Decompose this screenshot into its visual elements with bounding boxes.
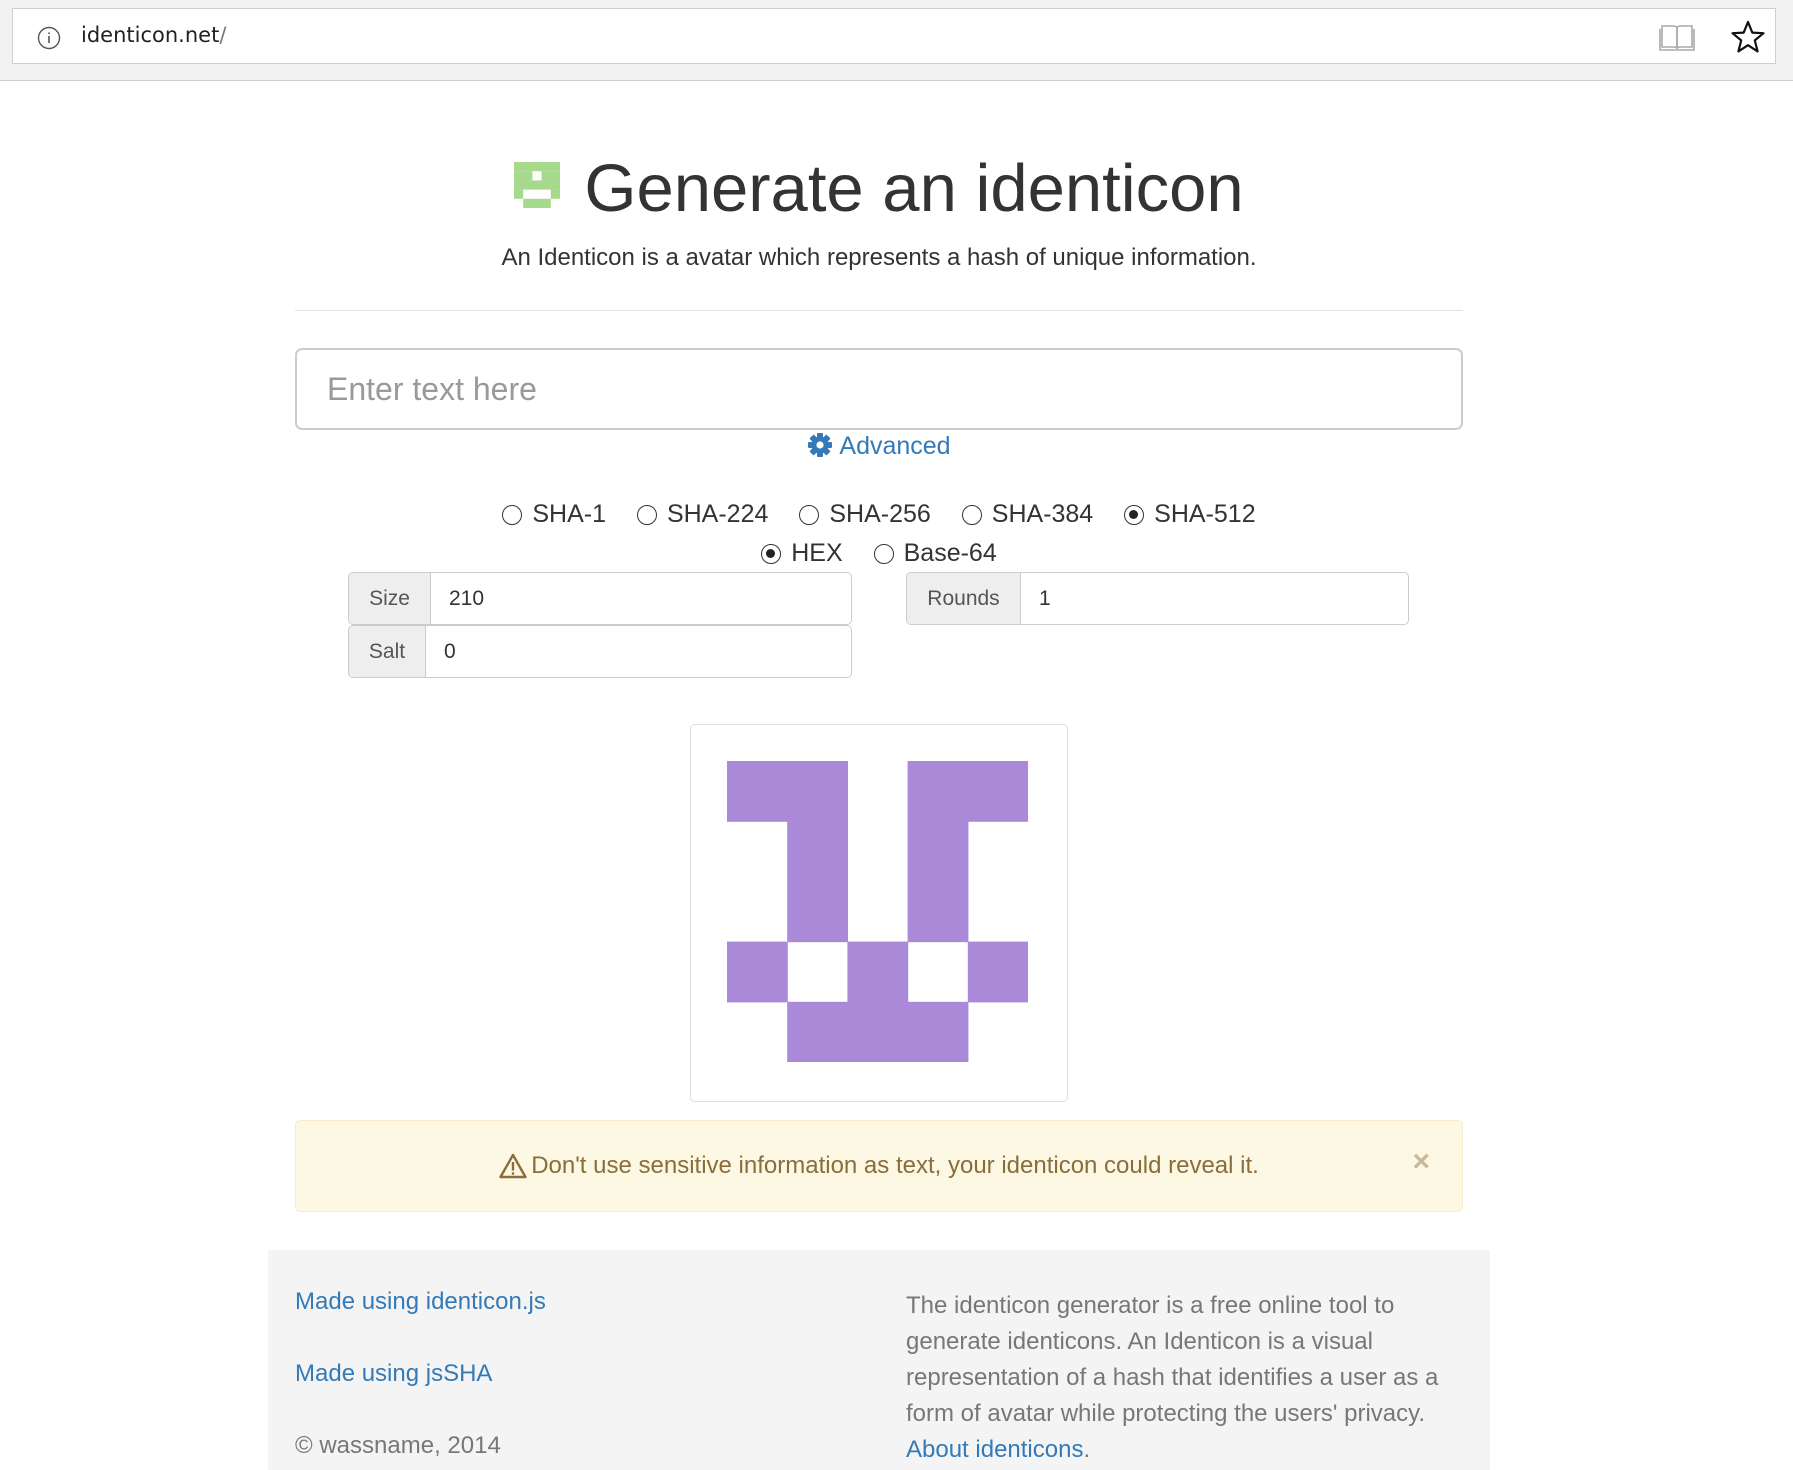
identicon-preview bbox=[690, 724, 1068, 1102]
address-bar[interactable]: identicon.net/ bbox=[12, 8, 1776, 64]
identicon-cell bbox=[907, 881, 969, 943]
radio-label: SHA-512 bbox=[1154, 500, 1256, 528]
browser-toolbar: identicon.net/ bbox=[0, 0, 1793, 81]
identicon-image bbox=[727, 761, 1028, 1062]
identicon-cell bbox=[907, 761, 969, 822]
salt-label: Salt bbox=[349, 626, 426, 677]
radio-hex[interactable]: HEX bbox=[761, 539, 843, 568]
advanced-label: Advanced bbox=[839, 432, 951, 460]
radio-label: HEX bbox=[791, 539, 843, 567]
radio-label: SHA-1 bbox=[532, 500, 606, 528]
rounds-input[interactable]: 1 bbox=[1021, 573, 1408, 624]
identicon-cell bbox=[787, 821, 849, 883]
advanced-toggle[interactable]: Advanced bbox=[0, 432, 1758, 461]
footer: Made using identicon.js Made using jsSHA… bbox=[268, 1250, 1490, 1470]
info-icon[interactable] bbox=[37, 26, 61, 50]
divider bbox=[295, 310, 1463, 311]
radio-button[interactable] bbox=[502, 505, 523, 525]
radio-sha-1[interactable]: SHA-1 bbox=[502, 500, 606, 529]
about-text: The identicon generator is a free online… bbox=[906, 1288, 1466, 1468]
radio-button[interactable] bbox=[873, 544, 894, 564]
rounds-input-group: Rounds 1 bbox=[906, 572, 1409, 625]
identicon-cell bbox=[907, 821, 969, 883]
encoding-group: HEX Base-64 bbox=[0, 539, 1758, 568]
salt-input-group: Salt 0 bbox=[348, 625, 852, 678]
identicon-cell bbox=[727, 941, 788, 1003]
radio-button[interactable] bbox=[1124, 505, 1145, 525]
about-identicons-link[interactable]: About identicons bbox=[906, 1436, 1083, 1463]
radio-button[interactable] bbox=[636, 505, 657, 525]
salt-input[interactable]: 0 bbox=[426, 626, 851, 677]
reading-view-icon[interactable] bbox=[1659, 21, 1695, 53]
radio-button[interactable] bbox=[961, 505, 982, 525]
identicon-cell bbox=[847, 941, 909, 1003]
identicon-cell bbox=[727, 761, 788, 822]
size-label: Size bbox=[349, 573, 431, 624]
jssha-link[interactable]: Made using jsSHA bbox=[295, 1360, 492, 1388]
identicon-cell bbox=[967, 761, 1028, 822]
identicon-cell bbox=[787, 881, 849, 943]
identicon-cell bbox=[787, 1001, 849, 1062]
radio-label: SHA-256 bbox=[829, 500, 931, 528]
about-period: . bbox=[1083, 1436, 1091, 1463]
radio-base-64[interactable]: Base-64 bbox=[873, 539, 997, 568]
url-path: / bbox=[219, 23, 227, 47]
identicon-cell bbox=[847, 1001, 909, 1062]
warning-alert: Don't use sensitive information as text,… bbox=[295, 1120, 1463, 1212]
header: Generate an identicon bbox=[0, 150, 1758, 227]
alert-text: Don't use sensitive information as text,… bbox=[531, 1152, 1259, 1179]
radio-sha-512[interactable]: SHA-512 bbox=[1124, 500, 1256, 529]
radio-label: SHA-384 bbox=[991, 500, 1094, 528]
page-subtitle: An Identicon is a avatar which represent… bbox=[501, 244, 1257, 271]
identicon-logo-icon bbox=[514, 161, 561, 208]
radio-button[interactable] bbox=[799, 505, 820, 525]
about-description: The identicon generator is a free online… bbox=[906, 1292, 1439, 1427]
identicon-cell bbox=[787, 761, 849, 822]
page-title: Generate an identicon bbox=[584, 151, 1244, 226]
radio-button[interactable] bbox=[761, 544, 782, 564]
text-input[interactable] bbox=[295, 348, 1463, 430]
identicon-cell bbox=[907, 1001, 969, 1062]
close-icon[interactable]: × bbox=[1412, 1147, 1430, 1177]
radio-sha-224[interactable]: SHA-224 bbox=[636, 500, 769, 529]
hash-algorithm-group: SHA-1 SHA-224 SHA-256 SHA-384 SHA-512 bbox=[0, 500, 1758, 529]
copyright: © wassname, 2014 bbox=[295, 1432, 501, 1459]
rounds-label: Rounds bbox=[907, 573, 1021, 624]
warning-icon bbox=[499, 1153, 527, 1179]
identicon-cell bbox=[967, 941, 1028, 1003]
favorite-star-icon[interactable] bbox=[1730, 19, 1766, 55]
size-input[interactable]: 210 bbox=[431, 573, 851, 624]
radio-sha-384[interactable]: SHA-384 bbox=[961, 500, 1094, 529]
radio-label: SHA-224 bbox=[666, 500, 769, 528]
url-text[interactable]: identicon.net/ bbox=[81, 23, 226, 47]
identicon-js-link[interactable]: Made using identicon.js bbox=[295, 1288, 546, 1316]
url-host: identicon.net bbox=[81, 23, 220, 47]
size-input-group: Size 210 bbox=[348, 572, 852, 625]
radio-label: Base-64 bbox=[903, 539, 997, 567]
radio-sha-256[interactable]: SHA-256 bbox=[799, 500, 931, 529]
gear-icon bbox=[808, 433, 833, 457]
